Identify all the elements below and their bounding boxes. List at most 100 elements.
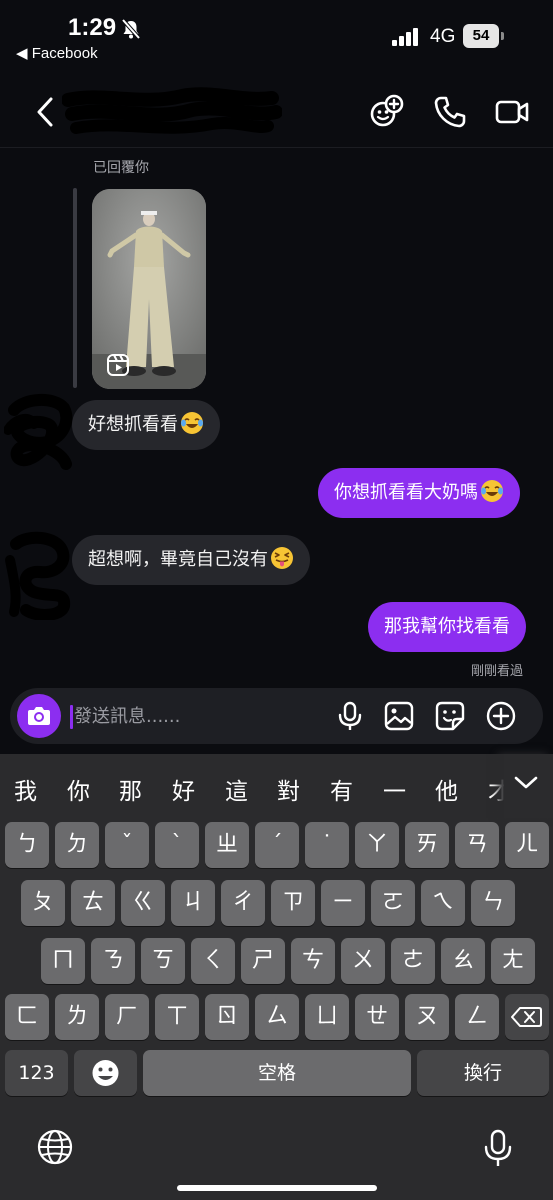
key[interactable]: ㄎ	[141, 938, 185, 984]
chevron-down-icon	[514, 776, 538, 789]
message-text: 你想抓看看大奶嗎	[334, 482, 478, 503]
candidate-word[interactable]: 有	[330, 772, 353, 806]
message-text: 超想啊，畢竟自己沒有	[88, 549, 268, 570]
tears-of-joy-emoji-icon	[481, 480, 503, 502]
key[interactable]: ㄧ	[321, 880, 365, 926]
key[interactable]: ㄨ	[341, 938, 385, 984]
battery-level: 54	[463, 24, 499, 48]
key[interactable]: ㄖ	[205, 994, 249, 1040]
microphone-icon[interactable]	[334, 700, 366, 732]
back-arrow-icon[interactable]	[34, 96, 58, 128]
key[interactable]: ㄩ	[305, 994, 349, 1040]
space-key[interactable]: 空格	[143, 1050, 411, 1096]
reels-icon	[107, 354, 129, 376]
globe-icon[interactable]	[36, 1128, 74, 1166]
reel-thumbnail[interactable]	[92, 189, 206, 389]
key[interactable]: ㄉ	[55, 822, 99, 868]
dictation-microphone-icon[interactable]	[482, 1128, 514, 1168]
key[interactable]: ㄓ	[205, 822, 249, 868]
key[interactable]: ㄢ	[455, 822, 499, 868]
candidate-word[interactable]: 我	[14, 772, 37, 806]
key[interactable]: ㄣ	[471, 880, 515, 926]
phone-icon[interactable]	[432, 94, 468, 130]
key[interactable]: ㄔ	[221, 880, 265, 926]
candidate-word[interactable]: 一	[383, 772, 406, 806]
key[interactable]: ㄌ	[55, 994, 99, 1040]
network-type: 4G	[430, 26, 456, 47]
add-people-icon[interactable]	[369, 94, 405, 130]
tears-of-joy-emoji-icon	[181, 412, 203, 434]
squinting-tongue-emoji-icon	[271, 547, 293, 569]
expand-candidates-button[interactable]	[504, 754, 553, 818]
key[interactable]: ㄑ	[191, 938, 235, 984]
key[interactable]: ㄆ	[21, 880, 65, 926]
key[interactable]: ㄋ	[91, 938, 135, 984]
message-bubble-incoming[interactable]: 超想啊，畢竟自己沒有	[72, 535, 310, 585]
battery-icon: 54	[463, 24, 505, 48]
text-caret	[70, 705, 73, 729]
key[interactable]: ㄍ	[121, 880, 165, 926]
key[interactable]: ㄊ	[71, 880, 115, 926]
key[interactable]: ㄝ	[355, 994, 399, 1040]
key[interactable]: ㄚ	[355, 822, 399, 868]
key[interactable]: ㄞ	[405, 822, 449, 868]
add-icon[interactable]	[485, 700, 517, 732]
key[interactable]: ㄇ	[41, 938, 85, 984]
key[interactable]: ㄕ	[241, 938, 285, 984]
status-bar: 1:29 ◀ Facebook 4G 54	[0, 0, 553, 70]
candidate-bar: 我 你 那 好 這 對 有 一 他 才	[0, 754, 553, 818]
key[interactable]: ˋ	[155, 822, 199, 868]
contact-name-redacted[interactable]	[62, 86, 282, 142]
key[interactable]: ㄠ	[441, 938, 485, 984]
key[interactable]: ㄟ	[421, 880, 465, 926]
key[interactable]: ㄘ	[291, 938, 335, 984]
return-key[interactable]: 換行	[417, 1050, 549, 1096]
candidate-word[interactable]: 他	[435, 772, 458, 806]
key[interactable]: ㄗ	[271, 880, 315, 926]
cellular-signal-icon	[392, 28, 418, 46]
message-bubble-outgoing[interactable]: 那我幫你找看看	[368, 602, 526, 652]
image-icon[interactable]	[383, 700, 415, 732]
message-input[interactable]	[74, 700, 324, 732]
key[interactable]: ㄒ	[155, 994, 199, 1040]
video-call-icon[interactable]	[494, 94, 530, 130]
candidate-word[interactable]: 這	[225, 772, 248, 806]
message-bubble-outgoing[interactable]: 你想抓看看大奶嗎	[318, 468, 520, 518]
emoji-key[interactable]	[74, 1050, 137, 1096]
sticker-icon[interactable]	[434, 700, 466, 732]
message-bubble-incoming[interactable]: 好想抓看看	[72, 400, 220, 450]
backspace-icon	[511, 1007, 542, 1027]
key[interactable]: ˇ	[105, 822, 149, 868]
key[interactable]: ㄥ	[455, 994, 499, 1040]
numbers-key[interactable]: 123	[5, 1050, 68, 1096]
key[interactable]: ㄡ	[405, 994, 449, 1040]
key[interactable]: ㄅ	[5, 822, 49, 868]
emoji-icon	[92, 1060, 119, 1086]
candidate-word[interactable]: 那	[119, 772, 142, 806]
key[interactable]: ㄏ	[105, 994, 149, 1040]
seen-status: 剛剛看過	[471, 664, 524, 679]
key[interactable]: ˙	[305, 822, 349, 868]
camera-icon	[28, 707, 50, 725]
key[interactable]: ㄤ	[491, 938, 535, 984]
keyboard: 我 你 那 好 這 對 有 一 他 才 ㄅ ㄉ ˇ ˋ ㄓ ˊ ˙ ㄚ ㄞ ㄢ …	[0, 754, 553, 1200]
bell-muted-icon	[121, 18, 141, 40]
key[interactable]: ㄈ	[5, 994, 49, 1040]
message-composer	[10, 688, 543, 744]
key[interactable]: ㄜ	[391, 938, 435, 984]
key[interactable]: ㄦ	[505, 822, 549, 868]
key[interactable]: ㄐ	[171, 880, 215, 926]
backspace-key[interactable]	[505, 994, 549, 1040]
message-text: 好想抓看看	[88, 414, 178, 435]
message-text: 那我幫你找看看	[384, 616, 510, 637]
key[interactable]: ㄛ	[371, 880, 415, 926]
home-indicator[interactable]	[177, 1185, 377, 1191]
key[interactable]: ㄙ	[255, 994, 299, 1040]
reply-indicator-bar	[73, 188, 77, 388]
candidate-word[interactable]: 對	[277, 772, 300, 806]
key[interactable]: ˊ	[255, 822, 299, 868]
camera-button[interactable]	[17, 694, 61, 738]
back-to-app-link[interactable]: ◀ Facebook	[16, 44, 98, 62]
candidate-word[interactable]: 好	[172, 772, 195, 806]
candidate-word[interactable]: 你	[67, 772, 90, 806]
